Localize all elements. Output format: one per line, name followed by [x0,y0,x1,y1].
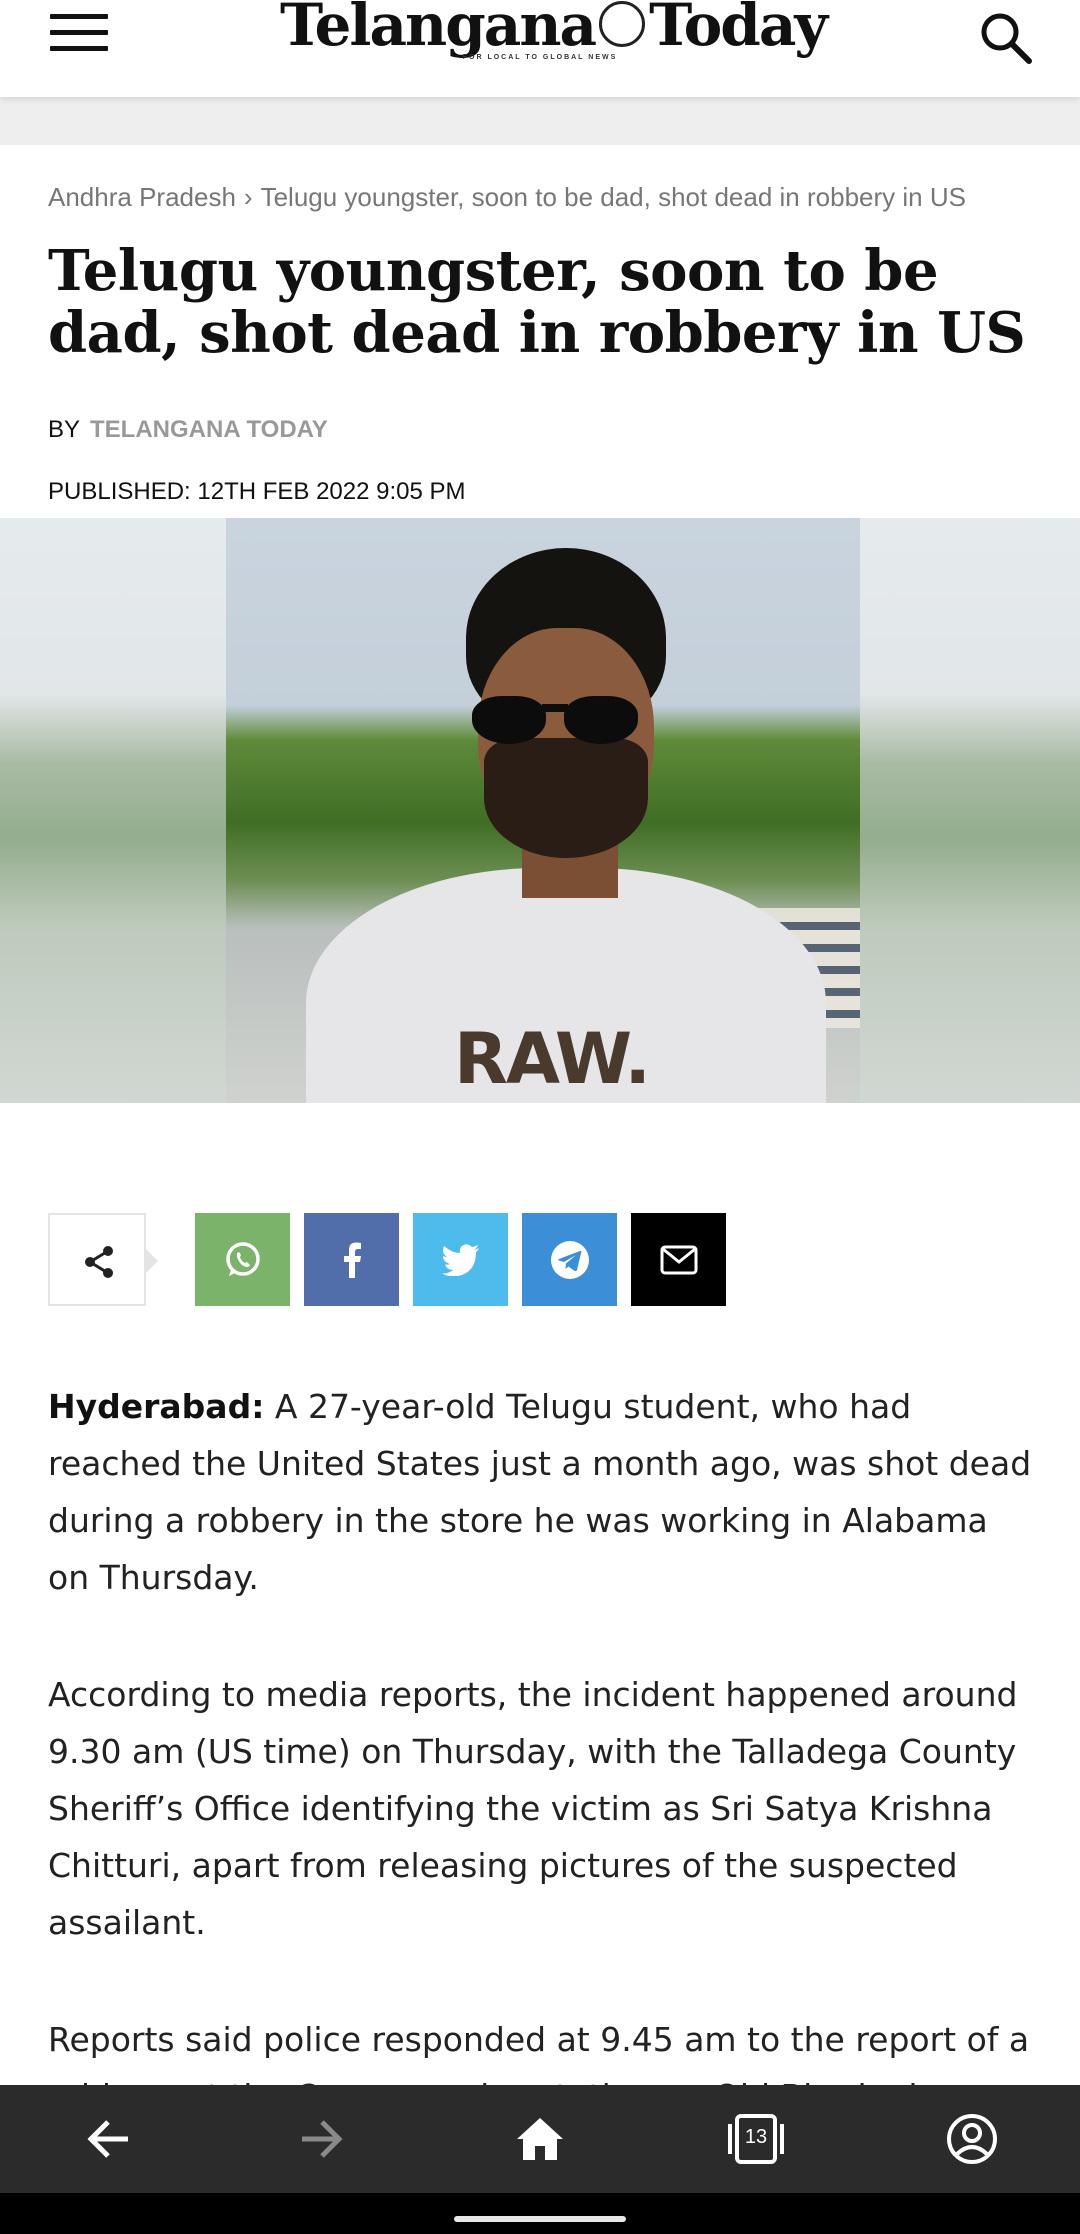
sunglasses-right-lens [564,696,638,744]
back-button[interactable] [76,2107,140,2171]
share-facebook-button[interactable] [304,1213,399,1306]
emblem-icon [599,1,646,47]
article-body: Hyderabad: A 27-year-old Telugu student,… [48,1378,1038,2185]
breadcrumb-current: Telugu youngster, soon to be dad, shot d… [260,182,966,212]
share-telegram-button[interactable] [522,1213,617,1306]
article-dateline: Hyderabad: [48,1387,265,1426]
account-button[interactable] [940,2107,1004,2171]
share-email-button[interactable] [631,1213,726,1306]
account-icon [947,2114,997,2164]
menu-icon[interactable] [50,14,108,54]
search-icon[interactable] [978,10,1034,66]
share-twitter-button[interactable] [413,1213,508,1306]
share-icon [85,1246,113,1278]
article-paragraph: According to media reports, the incident… [48,1675,1018,1942]
article-hero-image: RAW. [0,518,1080,1103]
telegram-icon [550,1240,589,1279]
breadcrumb: Andhra Pradesh › Telugu youngster, soon to… [48,182,1048,213]
article-paragraph: Hyderabad: A 27-year-old Telugu student,… [48,1378,1038,1606]
share-toggle-button[interactable] [48,1213,158,1306]
published-date: PUBLISHED: 12TH FEB 2022 9:05 PM [48,478,466,505]
system-gesture-bar [0,2193,1080,2234]
tabs-button[interactable]: 13 [724,2107,788,2171]
site-header: Telangana Today FOR LOCAL TO GLOBAL NEWS [0,0,1080,97]
shirt-print-text: RAW. [454,1018,651,1100]
byline: BY TELANGANA TODAY [48,416,328,444]
browser-bottom-bar: 13 [0,2085,1080,2193]
sunglasses-left-lens [472,696,546,744]
byline-label: BY [48,416,81,443]
author-link[interactable]: TELANGANA TODAY [90,416,328,443]
ad-spacer [0,97,1080,145]
share-whatsapp-button[interactable] [195,1213,290,1306]
facebook-icon [343,1242,361,1278]
gesture-handle[interactable] [454,2216,626,2222]
forward-arrow-icon [302,2120,343,2158]
home-icon [517,2118,563,2160]
breadcrumb-section-link[interactable]: Andhra Pradesh [48,182,236,212]
logo-text-left: Telangana [280,0,597,59]
twitter-icon [441,1243,479,1276]
person-beard [484,738,648,858]
logo-text-right: Today [649,0,828,59]
forward-button[interactable] [290,2107,354,2171]
hero-photo: RAW. [226,518,860,1103]
home-button[interactable] [508,2107,572,2171]
email-icon [660,1245,697,1274]
breadcrumb-separator-icon: › [243,182,253,212]
back-arrow-icon [87,2120,128,2158]
site-logo[interactable]: Telangana Today FOR LOCAL TO GLOBAL NEWS [280,0,828,70]
tab-count: 13 [744,2126,768,2148]
logo-tagline: FOR LOCAL TO GLOBAL NEWS [462,54,618,61]
article-headline: Telugu youngster, soon to be dad, shot d… [48,238,1026,366]
whatsapp-icon [225,1241,260,1276]
